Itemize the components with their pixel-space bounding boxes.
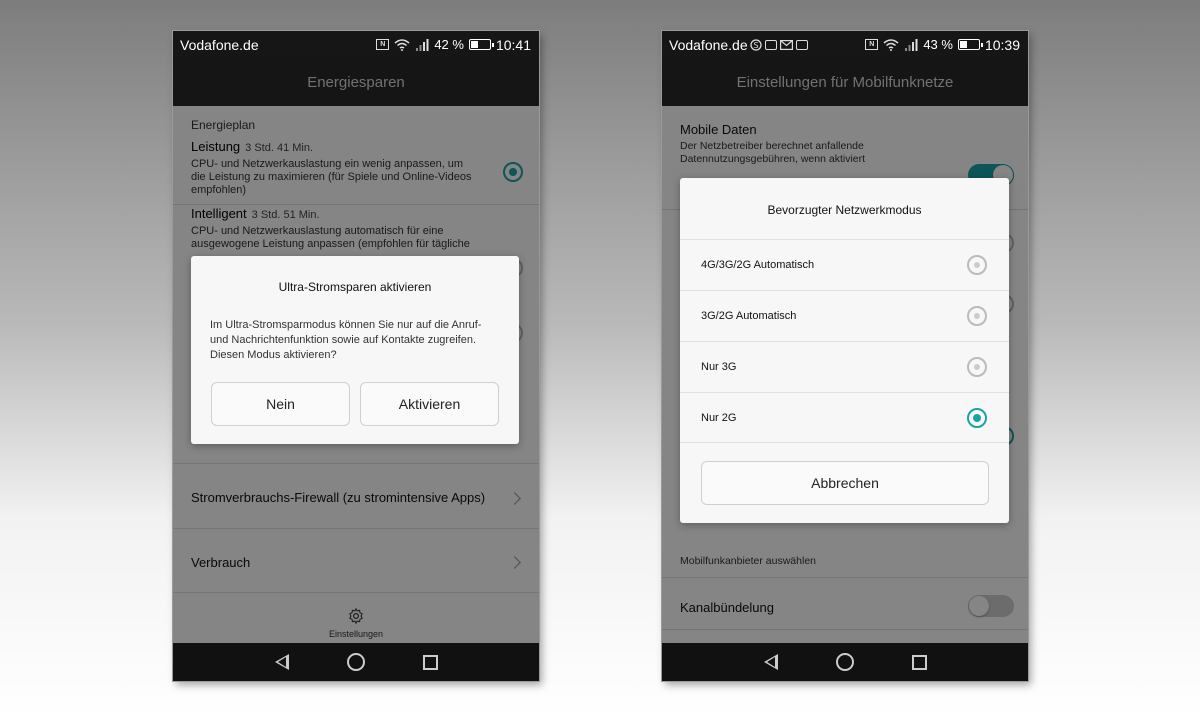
svg-text:S: S	[753, 41, 758, 50]
ultra-power-saving-dialog: Ultra-Stromsparen aktivieren Im Ultra-St…	[191, 256, 519, 444]
dialog-message: Im Ultra-Stromsparmodus können Sie nur a…	[210, 319, 482, 361]
back-icon[interactable]	[274, 654, 289, 670]
navigation-bar	[662, 643, 1028, 681]
network-mode-dialog: Bevorzugter Netzwerkmodus 4G/3G/2G Autom…	[680, 178, 1009, 523]
carrier-name: Vodafone.de	[180, 36, 259, 53]
clock: 10:39	[984, 36, 1020, 53]
mail-icon	[779, 39, 793, 50]
dialog-title: Ultra-Stromsparen aktivieren	[278, 280, 432, 294]
recent-apps-icon[interactable]	[422, 654, 438, 670]
nfc-icon: N	[376, 39, 390, 50]
home-icon[interactable]	[346, 653, 365, 671]
option-2g-only[interactable]: Nur 2G	[680, 392, 1009, 443]
signal-icon	[905, 38, 918, 51]
option-label: Nur 2G	[701, 411, 737, 424]
option-3g-2g[interactable]: 3G/2G Automatisch	[680, 290, 1009, 341]
status-bar: Vodafone.de N 42 % 10:41	[173, 31, 539, 58]
clock: 10:41	[495, 36, 531, 53]
back-icon[interactable]	[763, 654, 778, 670]
radio-3g-only[interactable]	[967, 357, 987, 377]
wifi-icon	[883, 38, 899, 51]
dialog-title: Bevorzugter Netzwerkmodus	[767, 203, 922, 217]
radio-4g-3g-2g[interactable]	[967, 255, 987, 275]
no-button[interactable]: Nein	[211, 382, 350, 426]
radio-3g-2g[interactable]	[967, 306, 987, 326]
radio-2g-only[interactable]	[967, 408, 987, 428]
activate-button[interactable]: Aktivieren	[360, 382, 499, 426]
battery-percent: 43 %	[923, 37, 953, 52]
status-bar: Vodafone.de S N 43 % 10:39	[662, 31, 1028, 58]
gallery-icon	[764, 39, 777, 50]
phone-screen-energy-saving: Vodafone.de N 42 % 10:41 Energiesparen E…	[173, 31, 539, 681]
cancel-button[interactable]: Abbrechen	[701, 461, 989, 505]
option-3g-only[interactable]: Nur 3G	[680, 341, 1009, 392]
wifi-icon	[394, 38, 410, 51]
carrier-name: Vodafone.de	[669, 36, 748, 53]
phone-screen-mobile-networks: Vodafone.de S N 43 % 10:39 Einstellungen…	[662, 31, 1028, 681]
notification-icon	[795, 39, 808, 50]
navigation-bar	[173, 643, 539, 681]
recent-apps-icon[interactable]	[911, 654, 927, 670]
signal-icon	[416, 38, 429, 51]
skype-icon: S	[749, 38, 762, 51]
option-4g-3g-2g[interactable]: 4G/3G/2G Automatisch	[680, 239, 1009, 290]
battery-icon	[957, 39, 983, 50]
nfc-icon: N	[865, 39, 879, 50]
option-label: 3G/2G Automatisch	[701, 310, 797, 322]
battery-icon	[468, 39, 494, 50]
option-label: 4G/3G/2G Automatisch	[701, 259, 815, 271]
option-label: Nur 3G	[701, 361, 737, 373]
battery-percent: 42 %	[434, 37, 464, 52]
home-icon[interactable]	[835, 653, 854, 671]
